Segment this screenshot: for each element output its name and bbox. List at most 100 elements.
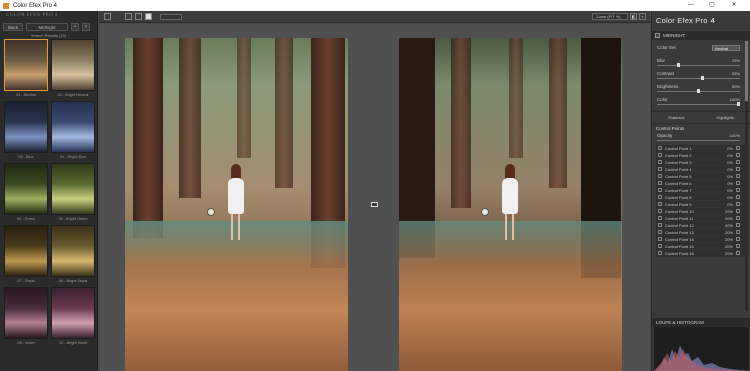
preset-preview-image[interactable] bbox=[4, 163, 48, 215]
panel-scrollbar[interactable] bbox=[745, 41, 748, 311]
preset-preview-image[interactable] bbox=[51, 163, 95, 215]
control-point-visibility-checkbox[interactable] bbox=[736, 174, 740, 178]
preset-preview-image[interactable] bbox=[51, 287, 95, 339]
control-point-checkbox[interactable] bbox=[658, 223, 662, 227]
split-horizontal-icon[interactable] bbox=[135, 13, 142, 20]
control-point-item[interactable]: Control Point 13 20% bbox=[656, 229, 746, 236]
color-set-select[interactable]: Neutral bbox=[712, 45, 740, 51]
preset-preview-image[interactable] bbox=[51, 101, 95, 153]
control-point-visibility-checkbox[interactable] bbox=[736, 153, 740, 157]
control-point-item[interactable]: Control Point 1 0% bbox=[656, 145, 746, 152]
preset-preview-image[interactable] bbox=[4, 225, 48, 277]
zoom-select[interactable]: Zoom (FIT %) bbox=[592, 13, 628, 20]
slider-handle[interactable] bbox=[697, 89, 700, 93]
preset-thumbnail[interactable]: 04 - Bright Blue bbox=[51, 101, 95, 163]
slider-track[interactable] bbox=[657, 65, 740, 66]
control-point-item[interactable]: Control Point 7 0% bbox=[656, 187, 746, 194]
control-point-item[interactable]: Control Point 6 0% bbox=[656, 180, 746, 187]
side-by-side-icon[interactable] bbox=[145, 13, 152, 20]
filter-enable-checkbox[interactable]: ✓ bbox=[655, 33, 660, 38]
control-point-visibility-checkbox[interactable] bbox=[736, 202, 740, 206]
filter-name-tab[interactable]: Midnight bbox=[26, 22, 69, 31]
scrollbar-thumb[interactable] bbox=[745, 41, 748, 101]
background-color-swatch[interactable] bbox=[160, 13, 182, 20]
control-point-checkbox[interactable] bbox=[658, 160, 662, 164]
control-point-visibility-checkbox[interactable] bbox=[736, 244, 740, 248]
control-point-checkbox[interactable] bbox=[658, 230, 662, 234]
control-point-item[interactable]: Control Point 4 0% bbox=[656, 166, 746, 173]
control-point-visibility-checkbox[interactable] bbox=[736, 195, 740, 199]
control-point-checkbox[interactable] bbox=[658, 209, 662, 213]
preset-preview-image[interactable] bbox=[4, 287, 48, 339]
preset-preview-image[interactable] bbox=[51, 39, 95, 91]
control-point-checkbox[interactable] bbox=[658, 188, 662, 192]
remove-preset-button[interactable]: × bbox=[82, 22, 91, 31]
preset-thumbnail[interactable]: 05 - Green bbox=[4, 163, 48, 225]
control-point-checkbox[interactable] bbox=[658, 146, 662, 150]
preset-preview-image[interactable] bbox=[4, 101, 48, 153]
shadows-toggle[interactable]: Shadows bbox=[668, 115, 684, 120]
control-point-checkbox[interactable] bbox=[658, 202, 662, 206]
slider-handle[interactable] bbox=[677, 63, 680, 67]
control-point-item[interactable]: Control Point 14 20% bbox=[656, 236, 746, 243]
preset-thumbnail[interactable]: 09 - Violet bbox=[4, 287, 48, 349]
control-point-visibility-checkbox[interactable] bbox=[736, 216, 740, 220]
control-points-header[interactable]: Control Points bbox=[652, 123, 750, 132]
settings-icon[interactable]: ▪ bbox=[639, 13, 646, 20]
preset-thumbnail[interactable]: 07 - Sepia bbox=[4, 225, 48, 287]
slider-handle[interactable] bbox=[737, 102, 740, 106]
minimize-button[interactable]: — bbox=[683, 0, 699, 11]
control-point-item[interactable]: Control Point 3 0% bbox=[656, 159, 746, 166]
control-point-item[interactable]: Control Point 5 0% bbox=[656, 173, 746, 180]
before-image[interactable] bbox=[125, 38, 348, 371]
control-point-visibility-checkbox[interactable] bbox=[736, 251, 740, 255]
control-point-item[interactable]: Control Point 8 0% bbox=[656, 194, 746, 201]
control-point-item[interactable]: Control Point 10 20% bbox=[656, 208, 746, 215]
control-point-checkbox[interactable] bbox=[658, 237, 662, 241]
slider-track[interactable] bbox=[657, 78, 740, 79]
control-point-visibility-checkbox[interactable] bbox=[736, 237, 740, 241]
control-point-visibility-checkbox[interactable] bbox=[736, 167, 740, 171]
control-point-visibility-checkbox[interactable] bbox=[736, 209, 740, 213]
close-button[interactable]: ✕ bbox=[726, 0, 742, 11]
control-point-item[interactable]: Control Point 12 20% bbox=[656, 222, 746, 229]
control-point-visibility-checkbox[interactable] bbox=[736, 146, 740, 150]
control-point-visibility-checkbox[interactable] bbox=[736, 223, 740, 227]
control-point-visibility-checkbox[interactable] bbox=[736, 160, 740, 164]
preset-thumbnail[interactable]: 08 - Bright Sepia bbox=[51, 225, 95, 287]
preset-thumbnail[interactable]: 10 - Bright Violet bbox=[51, 287, 95, 349]
control-point-visibility-checkbox[interactable] bbox=[736, 230, 740, 234]
opacity-slider-track[interactable] bbox=[657, 140, 740, 141]
control-point-item[interactable]: Control Point 9 0% bbox=[656, 201, 746, 208]
add-preset-button[interactable]: + bbox=[71, 22, 80, 31]
control-point-checkbox[interactable] bbox=[658, 244, 662, 248]
control-point-visibility-checkbox[interactable] bbox=[736, 188, 740, 192]
control-point-checkbox[interactable] bbox=[658, 181, 662, 185]
control-point-item[interactable]: Control Point 11 20% bbox=[656, 215, 746, 222]
control-point-checkbox[interactable] bbox=[658, 153, 662, 157]
image-canvas[interactable] bbox=[99, 24, 650, 371]
preset-thumbnail[interactable]: 02 - Bright Neutral bbox=[51, 39, 95, 101]
preset-preview-image[interactable] bbox=[4, 39, 48, 91]
back-button[interactable]: Back bbox=[3, 22, 24, 31]
maximize-button[interactable]: ▢ bbox=[704, 0, 720, 11]
control-point-checkbox[interactable] bbox=[658, 167, 662, 171]
preset-thumbnail[interactable]: 06 - Bright Green bbox=[51, 163, 95, 225]
highlights-toggle[interactable]: Highlights bbox=[716, 115, 734, 120]
control-point-item[interactable]: Control Point 16 20% bbox=[656, 250, 746, 257]
control-point-item[interactable]: Control Point 15 20% bbox=[656, 243, 746, 250]
control-point-checkbox[interactable] bbox=[658, 251, 662, 255]
slider-handle[interactable] bbox=[701, 76, 704, 80]
control-point-checkbox[interactable] bbox=[658, 195, 662, 199]
loupe-icon[interactable]: ◧ bbox=[630, 13, 637, 20]
preset-preview-image[interactable] bbox=[51, 225, 95, 277]
control-point-visibility-checkbox[interactable] bbox=[736, 181, 740, 185]
filter-header[interactable]: ✓ MIDNIGHT bbox=[652, 31, 750, 40]
preset-thumbnail[interactable]: 03 - Blue bbox=[4, 101, 48, 163]
control-point-checkbox[interactable] bbox=[658, 216, 662, 220]
compare-icon[interactable] bbox=[371, 202, 378, 207]
control-point-checkbox[interactable] bbox=[658, 174, 662, 178]
control-point-item[interactable]: Control Point 2 0% bbox=[656, 152, 746, 159]
after-image[interactable] bbox=[399, 38, 622, 371]
preset-thumbnail[interactable]: 01 - Neutral bbox=[4, 39, 48, 101]
